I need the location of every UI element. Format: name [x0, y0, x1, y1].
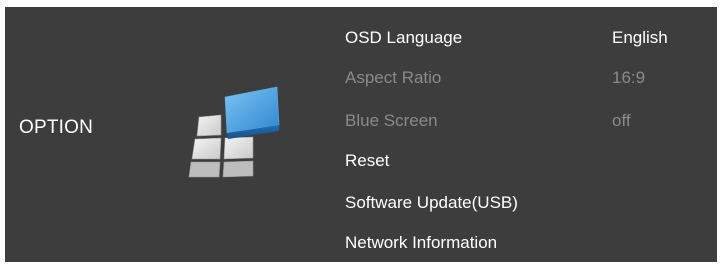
menu-item-aspect-ratio: Aspect Ratio 16:9: [345, 64, 705, 92]
menu-item-value: off: [612, 111, 631, 130]
menu-item-value: 16:9: [612, 68, 646, 87]
menu-item-value: English: [612, 28, 668, 47]
menu-item-label: Network Information: [345, 233, 498, 252]
section-title: OPTION: [19, 117, 94, 138]
menu-item-label: Aspect Ratio: [345, 68, 442, 87]
option-tiles-icon: [188, 86, 280, 178]
menu-item-reset[interactable]: Reset: [345, 147, 705, 175]
menu-item-blue-screen: Blue Screen off: [345, 107, 705, 135]
menu-item-label: Blue Screen: [345, 111, 438, 130]
menu-item-label: OSD Language: [345, 28, 463, 47]
menu-item-label: Reset: [345, 151, 390, 170]
menu-item-network-information[interactable]: Network Information: [345, 229, 705, 257]
menu-item-label: Software Update(USB): [345, 193, 518, 212]
osd-menu-panel: OPTION OSD Language English Aspect Ratio…: [5, 7, 717, 262]
menu-item-osd-language[interactable]: OSD Language English: [345, 24, 705, 52]
menu-item-software-update[interactable]: Software Update(USB): [345, 189, 705, 217]
